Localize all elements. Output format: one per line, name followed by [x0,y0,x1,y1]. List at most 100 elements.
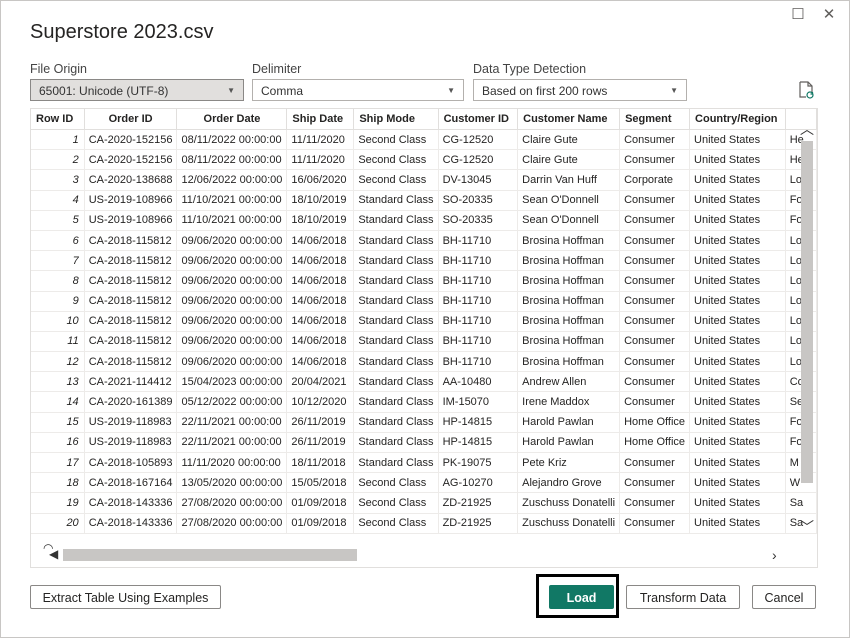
scroll-down-icon[interactable]: ﹀ [800,517,814,537]
column-header[interactable]: Ship Mode [353,109,439,130]
horizontal-scrollbar-thumb[interactable] [63,549,357,561]
table-cell: United States [689,190,786,211]
table-cell: 14/06/2018 [286,311,355,332]
column-header[interactable]: Customer Name [517,109,621,130]
table-cell: 14/06/2018 [286,270,355,292]
table-cell: United States [689,391,786,413]
table-cell: 22/11/2021 00:00:00 [176,412,288,433]
column-header[interactable]: Order ID [84,109,178,130]
table-row: 5 US-2019-108966 11/10/2021 00:00:00 18/10/… [31,210,817,231]
table-cell: US-2019-108966 [84,190,178,211]
close-button[interactable]: ✕ [818,5,840,25]
cancel-button[interactable]: Cancel [752,585,816,609]
table-cell: Standard Class [353,250,439,272]
table-row: 7 CA-2018-115812 09/06/2020 00:00:00 14/06/… [31,250,817,272]
table-cell: HP-14815 [438,412,519,433]
delimiter-dropdown[interactable]: Comma ▼ [252,79,464,101]
table-cell: CA-2018-143336 [84,492,178,514]
table-cell: CA-2018-115812 [84,351,178,373]
table-cell: United States [689,250,786,272]
table-cell: Corporate [619,169,691,191]
table-cell: United States [689,513,786,534]
table-row: 15 US-2019-118983 22/11/2021 00:00:00 26/11… [31,412,817,433]
table-cell: 01/09/2018 [286,492,355,514]
table-row: 20 CA-2018-143336 27/08/2020 00:00:00 01/09… [31,513,817,534]
delimiter-value: Comma [261,84,304,98]
table-cell: 15/05/2018 [286,472,355,494]
table-cell: Standard Class [353,270,439,292]
table-cell: Second Class [353,472,439,494]
column-header[interactable]: Segment [619,109,691,130]
table-cell: Claire Gute [517,149,621,171]
refresh-icon[interactable] [797,81,815,99]
data-type-detection-label: Data Type Detection [473,62,587,76]
table-cell: SO-20335 [438,190,519,211]
table-cell: Standard Class [353,391,439,413]
column-header[interactable]: Ship Date [286,109,355,130]
table-cell: Standard Class [353,371,439,393]
table-cell: DV-13045 [438,169,519,191]
transform-data-button[interactable]: Transform Data [626,585,740,609]
table-cell: 18/10/2019 [286,210,355,231]
table-cell: Standard Class [353,331,439,353]
table-cell: 20 [31,513,85,534]
table-cell: 14/06/2018 [286,331,355,353]
table-cell: CG-12520 [438,129,519,151]
table-row: 10 CA-2018-115812 09/06/2020 00:00:00 14/06… [31,311,817,332]
table-cell: Brosina Hoffman [517,230,621,252]
import-dialog: ☐ ✕ Superstore 2023.csv File Origin 6500… [0,0,850,638]
table-row: 14 CA-2020-161389 05/12/2022 00:00:00 10/12… [31,391,817,413]
table-cell: United States [689,149,786,171]
scroll-left-icon[interactable]: ◀ [49,547,58,561]
table-cell: HP-14815 [438,432,519,454]
data-type-detection-dropdown[interactable]: Based on first 200 rows ▼ [473,79,687,101]
table-cell: CA-2018-167164 [84,472,178,494]
table-cell: CA-2018-115812 [84,250,178,272]
table-cell: 12 [31,351,85,373]
table-header-row: Row ID Order ID Order Date Ship Date Ship Mo… [31,109,817,130]
file-origin-dropdown[interactable]: 65001: Unicode (UTF-8) ▼ [30,79,244,101]
table-cell: Second Class [353,149,439,171]
vertical-scrollbar-thumb[interactable] [801,141,813,483]
table-cell: 09/06/2020 00:00:00 [176,351,288,373]
table-cell: United States [689,129,786,151]
table-cell: Consumer [619,190,691,211]
dialog-title: Superstore 2023.csv [30,21,214,43]
table-cell: United States [689,230,786,252]
maximize-button[interactable]: ☐ [787,5,809,25]
table-cell: BH-11710 [438,331,519,353]
table-cell: BH-11710 [438,230,519,252]
table-cell: Sean O'Donnell [517,190,621,211]
chevron-down-icon: ▼ [670,86,678,95]
table-cell: Consumer [619,270,691,292]
table-cell: 11/10/2021 00:00:00 [176,190,288,211]
table-cell: Zuschuss Donatelli [517,513,621,534]
table-cell: CA-2020-161389 [84,391,178,413]
table-cell: United States [689,291,786,312]
load-button[interactable]: Load [549,585,614,609]
table-row: 4 US-2019-108966 11/10/2021 00:00:00 18/10/… [31,190,817,211]
column-header[interactable]: Country/Region [689,109,786,130]
table-cell: Standard Class [353,412,439,433]
table-cell: CA-2018-115812 [84,270,178,292]
table-cell: AG-10270 [438,472,519,494]
table-cell: IM-15070 [438,391,519,413]
column-header[interactable]: Customer ID [438,109,519,130]
table-cell: United States [689,492,786,514]
table-cell: 7 [31,250,85,272]
column-header[interactable]: Row ID [31,109,85,130]
table-cell: 09/06/2020 00:00:00 [176,250,288,272]
table-cell: 11 [31,331,85,353]
table-cell: Standard Class [353,190,439,211]
delimiter-label: Delimiter [252,62,302,76]
column-header[interactable]: Order Date [176,109,288,130]
extract-table-button[interactable]: Extract Table Using Examples [30,585,221,609]
scroll-up-icon[interactable]: ︿ [800,119,814,139]
table-cell: Alejandro Grove [517,472,621,494]
table-cell: Consumer [619,391,691,413]
scroll-right-icon[interactable]: › [772,547,777,563]
table-cell: Second Class [353,492,439,514]
table-cell: United States [689,472,786,494]
table-cell: 5 [31,210,85,231]
table-cell: BH-11710 [438,291,519,312]
